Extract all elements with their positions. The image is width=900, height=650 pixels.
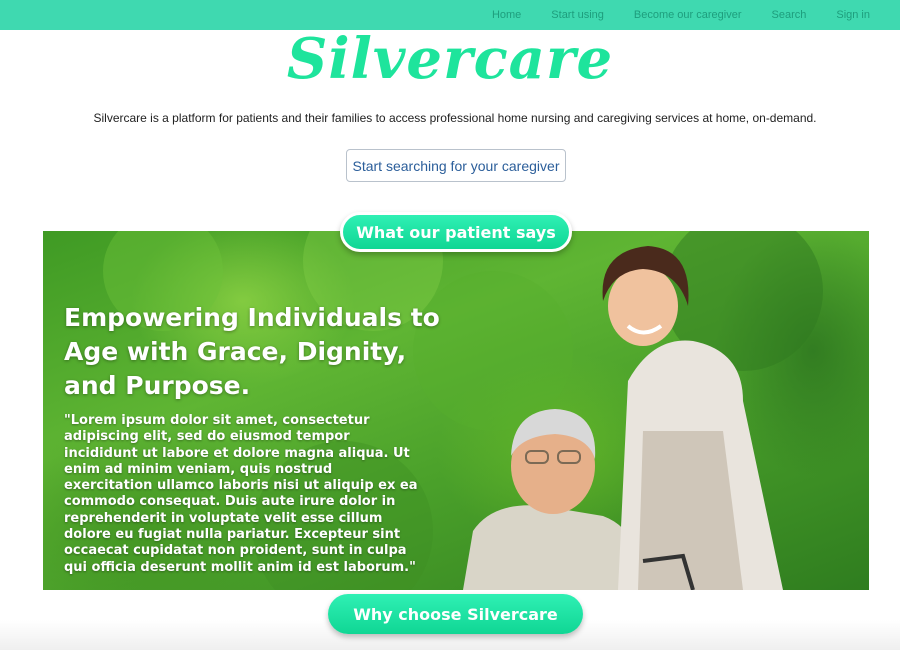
brand-tagline: Silvercare is a platform for patients an…	[93, 111, 817, 125]
nav-sign-in-link[interactable]: Sign in	[836, 9, 870, 21]
patient-says-label: What our patient says	[340, 212, 572, 252]
testimonial-hero: Empowering Individuals to Age with Grace…	[43, 231, 869, 590]
brand-logo[interactable]: Silvercare	[0, 26, 900, 92]
nav-become-caregiver-link[interactable]: Become our caregiver	[634, 9, 742, 21]
nav-home-link[interactable]: Home	[492, 9, 521, 21]
testimonial-quote: "Lorem ipsum dolor sit amet, consectetur…	[64, 413, 418, 575]
hero-title: Empowering Individuals to Age with Grace…	[64, 303, 440, 400]
nav-search-link[interactable]: Search	[772, 9, 807, 21]
start-searching-button[interactable]: Start searching for your caregiver	[346, 149, 566, 182]
why-choose-silvercare-label[interactable]: Why choose Silvercare	[328, 594, 583, 634]
nav-start-using-link[interactable]: Start using	[551, 9, 604, 21]
